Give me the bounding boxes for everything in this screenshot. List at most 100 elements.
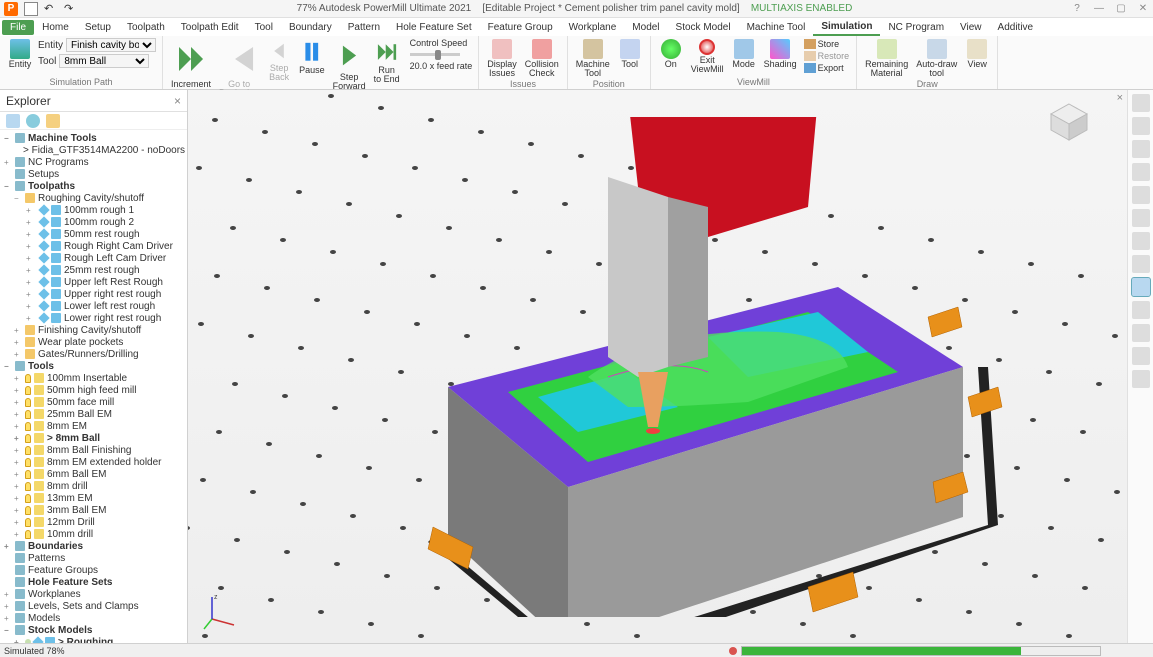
tree-node[interactable]: −Toolpaths: [0, 180, 187, 192]
side-btn-cursor[interactable]: [1132, 370, 1150, 388]
3d-viewport[interactable]: ×: [188, 90, 1127, 643]
collision-check-button[interactable]: Collision Check: [523, 38, 561, 79]
tree-node[interactable]: +8mm EM: [0, 420, 187, 432]
menu-stock-model[interactable]: Stock Model: [668, 20, 739, 35]
run-to-end-button[interactable]: Run to End: [372, 38, 402, 85]
tree-node[interactable]: +NC Programs: [0, 156, 187, 168]
menu-additive[interactable]: Additive: [990, 20, 1042, 35]
tree-node[interactable]: Patterns: [0, 552, 187, 564]
tree-node[interactable]: +> 8mm Ball: [0, 432, 187, 444]
menu-hole-feature-set[interactable]: Hole Feature Set: [388, 20, 480, 35]
viewmill-shading-button[interactable]: Shading: [762, 38, 799, 70]
menu-pattern[interactable]: Pattern: [340, 20, 388, 35]
tree-node[interactable]: −Stock Models: [0, 624, 187, 636]
autodraw-tool-button[interactable]: Auto-draw tool: [914, 38, 959, 79]
menu-tool[interactable]: Tool: [247, 20, 281, 35]
side-btn-zoom-in[interactable]: [1132, 163, 1150, 181]
tree-node[interactable]: +Levels, Sets and Clamps: [0, 600, 187, 612]
tree-node[interactable]: +8mm Ball Finishing: [0, 444, 187, 456]
step-forward-button[interactable]: Step Forward: [331, 38, 368, 92]
toolbar-icon-1[interactable]: [6, 114, 20, 128]
menu-toolpath-edit[interactable]: Toolpath Edit: [173, 20, 247, 35]
undo-icon[interactable]: ↶: [44, 2, 58, 16]
side-btn-rotate[interactable]: [1132, 255, 1150, 273]
tree-node[interactable]: +Lower right rest rough: [0, 312, 187, 324]
tree-node[interactable]: > Fidia_GTF3514MA2200 - noDoors: [0, 144, 187, 156]
machine-tool-pos-button[interactable]: Machine Tool: [574, 38, 612, 79]
tree-node[interactable]: Setups: [0, 168, 187, 180]
tree-node[interactable]: +100mm Insertable: [0, 372, 187, 384]
tree-node[interactable]: +6mm Ball EM: [0, 468, 187, 480]
tree-node[interactable]: Feature Groups: [0, 564, 187, 576]
tree-node[interactable]: +Models: [0, 612, 187, 624]
tree-node[interactable]: +Rough Right Cam Driver: [0, 240, 187, 252]
tree-node[interactable]: +> Roughing: [0, 636, 187, 643]
viewmill-restore-button[interactable]: Restore: [803, 50, 851, 62]
maximize-icon[interactable]: ▢: [1115, 3, 1127, 15]
menu-simulation[interactable]: Simulation: [813, 19, 880, 36]
tree-node[interactable]: +10mm drill: [0, 528, 187, 540]
step-back-button[interactable]: Step Back: [265, 38, 293, 83]
tool-pos-button[interactable]: Tool: [616, 38, 644, 70]
tree-node[interactable]: +Lower left rest rough: [0, 300, 187, 312]
save-icon[interactable]: [24, 2, 38, 16]
menu-machine-tool[interactable]: Machine Tool: [739, 20, 814, 35]
tree-node[interactable]: +50mm high feed mill: [0, 384, 187, 396]
menu-workplane[interactable]: Workplane: [561, 20, 625, 35]
minimize-icon[interactable]: —: [1093, 3, 1105, 15]
viewmill-export-button[interactable]: Export: [803, 62, 851, 74]
tree-node[interactable]: +Upper right rest rough: [0, 288, 187, 300]
side-btn-block[interactable]: [1132, 301, 1150, 319]
viewmill-exit-button[interactable]: Exit ViewMill: [689, 38, 726, 75]
menu-toolpath[interactable]: Toolpath: [119, 20, 173, 35]
side-btn-wire[interactable]: [1132, 140, 1150, 158]
tree-node[interactable]: +50mm rest rough: [0, 228, 187, 240]
stop-icon[interactable]: [729, 647, 737, 655]
viewmill-on-button[interactable]: On: [657, 38, 685, 70]
tree-node[interactable]: +Upper left Rest Rough: [0, 276, 187, 288]
speed-slider[interactable]: [410, 53, 460, 56]
tree-node[interactable]: +50mm face mill: [0, 396, 187, 408]
side-btn-pan[interactable]: [1132, 232, 1150, 250]
close-icon[interactable]: ✕: [1137, 3, 1149, 15]
view-cube[interactable]: [1047, 100, 1091, 144]
tree-node[interactable]: +3mm Ball EM: [0, 504, 187, 516]
tree-node[interactable]: +25mm rest rough: [0, 264, 187, 276]
menu-nc-program[interactable]: NC Program: [880, 20, 952, 35]
explorer-close-icon[interactable]: ×: [174, 94, 181, 108]
menu-model[interactable]: Model: [624, 20, 667, 35]
side-btn-iso[interactable]: [1132, 117, 1150, 135]
side-btn-select[interactable]: [1132, 347, 1150, 365]
remaining-material-button[interactable]: Remaining Material: [863, 38, 910, 79]
side-btn-layers[interactable]: [1132, 324, 1150, 342]
tree-node[interactable]: +8mm EM extended holder: [0, 456, 187, 468]
tree-node[interactable]: +Boundaries: [0, 540, 187, 552]
toolbar-icon-3[interactable]: [46, 114, 60, 128]
menu-setup[interactable]: Setup: [77, 20, 119, 35]
tree-node[interactable]: Hole Feature Sets: [0, 576, 187, 588]
tree-node[interactable]: +25mm Ball EM: [0, 408, 187, 420]
menu-boundary[interactable]: Boundary: [281, 20, 340, 35]
menu-file[interactable]: File: [2, 20, 34, 35]
tool-dropdown[interactable]: 8mm Ball: [59, 54, 149, 68]
tree-node[interactable]: +100mm rough 1: [0, 204, 187, 216]
tree-node[interactable]: −Machine Tools: [0, 132, 187, 144]
entity-dropdown[interactable]: Finish cavity bottom: [66, 38, 156, 52]
tree-node[interactable]: +Finishing Cavity/shutoff: [0, 324, 187, 336]
tree-node[interactable]: −Tools: [0, 360, 187, 372]
tree-node[interactable]: −Roughing Cavity/shutoff: [0, 192, 187, 204]
tree-node[interactable]: +Gates/Runners/Drilling: [0, 348, 187, 360]
tree-node[interactable]: +100mm rough 2: [0, 216, 187, 228]
display-issues-button[interactable]: Display Issues: [485, 38, 519, 79]
tree-node[interactable]: +Workplanes: [0, 588, 187, 600]
help-icon[interactable]: ?: [1071, 3, 1083, 15]
tree-node[interactable]: +Wear plate pockets: [0, 336, 187, 348]
side-btn-home[interactable]: [1132, 94, 1150, 112]
view-button[interactable]: View: [963, 38, 991, 70]
redo-icon[interactable]: ↷: [64, 2, 78, 16]
side-btn-shade[interactable]: [1132, 278, 1150, 296]
pause-button[interactable]: Pause: [297, 38, 327, 76]
side-btn-zoom-fit[interactable]: [1132, 186, 1150, 204]
viewmill-store-button[interactable]: Store: [803, 38, 851, 50]
menu-feature-group[interactable]: Feature Group: [480, 20, 561, 35]
